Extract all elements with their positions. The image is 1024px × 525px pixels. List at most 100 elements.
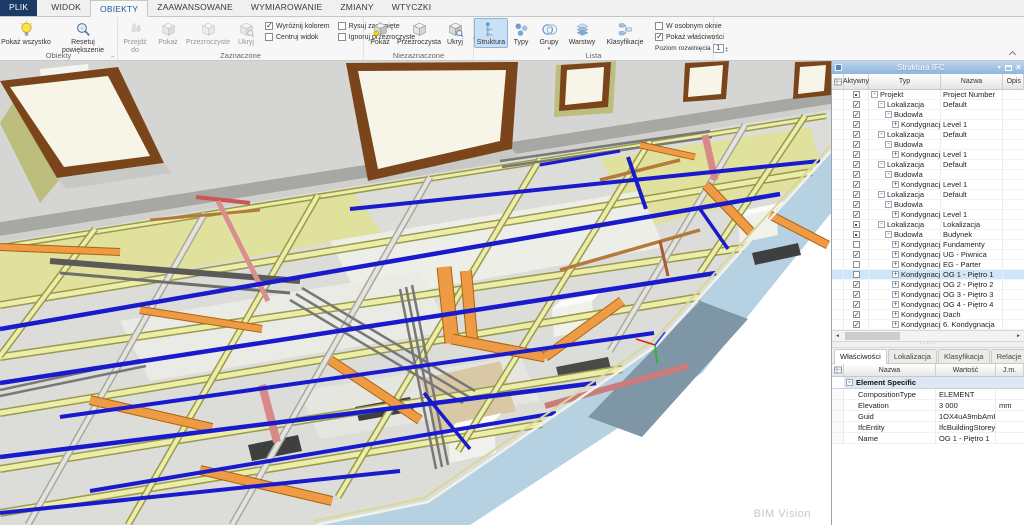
tree-row-og-2-piętro-2[interactable]: +KondygnacjaOG 2 - Piętro 2: [832, 280, 1024, 290]
checkbox-checked-icon[interactable]: [853, 321, 860, 328]
active-checkbox-cell[interactable]: [844, 280, 869, 289]
active-checkbox-cell[interactable]: [844, 200, 869, 209]
property-row-ifcentity[interactable]: IfcEntity IfcBuildingStorey: [832, 422, 1024, 433]
checkbox-checked-icon[interactable]: [853, 281, 860, 288]
ribbon-button-pokaż[interactable]: Pokaż: [364, 18, 396, 48]
props-header-nazwa[interactable]: Nazwa: [844, 364, 936, 376]
tree-row-og-3-piętro-3[interactable]: +KondygnacjaOG 3 - Piętro 3: [832, 290, 1024, 300]
tree-row-level-1[interactable]: +KondygnacjaLevel 1: [832, 150, 1024, 160]
checkbox-unchecked-icon[interactable]: [853, 261, 860, 268]
ribbon-button-resetuj-powiększenie[interactable]: Resetuj powiększenie: [52, 18, 114, 55]
checkbox-unchecked-icon[interactable]: [338, 33, 346, 41]
collapse-icon[interactable]: -: [878, 161, 885, 168]
active-checkbox-cell[interactable]: [844, 290, 869, 299]
panel-menu-icon[interactable]: ▾: [998, 65, 1001, 71]
checkbox-partial-icon[interactable]: [853, 91, 860, 98]
collapse-icon[interactable]: -: [878, 101, 885, 108]
expand-icon[interactable]: +: [892, 241, 899, 248]
checkbox-checked-icon[interactable]: [853, 141, 860, 148]
active-checkbox-cell[interactable]: [844, 150, 869, 159]
properties-tab-klasyfikacja[interactable]: Klasyfikacja: [938, 349, 990, 363]
active-checkbox-cell[interactable]: [844, 300, 869, 309]
tree-row-budowla[interactable]: -Budowla: [832, 200, 1024, 210]
checkbox-centruj-widok[interactable]: Centruj widok: [265, 33, 330, 41]
ribbon-button-pokaż[interactable]: Pokaż: [152, 18, 184, 48]
ribbon-button-przejdź-do[interactable]: Przejdź do: [118, 18, 152, 55]
menu-tab-zaawansowane[interactable]: ZAAWANSOWANE: [148, 0, 242, 16]
spinner-arrows-icon[interactable]: ▴▾: [726, 46, 728, 52]
checkbox-w-osobnym-oknie[interactable]: W osobnym oknie: [655, 22, 728, 30]
dialog-launcher-icon[interactable]: ⌐: [111, 53, 115, 59]
tree-row-eg-parter[interactable]: +KondygnacjaEG - Parter: [832, 260, 1024, 270]
active-checkbox-cell[interactable]: [844, 270, 869, 279]
checkbox-unchecked-icon[interactable]: [853, 271, 860, 278]
tree-row-level-1[interactable]: +KondygnacjaLevel 1: [832, 120, 1024, 130]
collapse-icon[interactable]: -: [885, 141, 892, 148]
menu-tab-wtyczki[interactable]: WTYCZKI: [383, 0, 441, 16]
panel-close-icon[interactable]: ×: [1016, 64, 1021, 71]
ribbon-button-ukryj[interactable]: Ukryj: [442, 18, 468, 48]
checkbox-checked-icon[interactable]: [853, 111, 860, 118]
active-checkbox-cell[interactable]: [844, 180, 869, 189]
collapse-icon[interactable]: -: [878, 131, 885, 138]
tree-row-level-1[interactable]: +KondygnacjaLevel 1: [832, 210, 1024, 220]
collapse-icon[interactable]: -: [885, 171, 892, 178]
collapse-icon[interactable]: -: [871, 91, 878, 98]
properties-tab-lokalizacja[interactable]: Lokalizacja: [888, 349, 937, 363]
checkbox-checked-icon[interactable]: [265, 22, 273, 30]
checkbox-checked-icon[interactable]: [853, 201, 860, 208]
checkbox-checked-icon[interactable]: [853, 291, 860, 298]
checkbox-checked-icon[interactable]: [853, 211, 860, 218]
expand-icon[interactable]: +: [892, 281, 899, 288]
expand-icon[interactable]: +: [892, 151, 899, 158]
checkbox-partial-icon[interactable]: [853, 221, 860, 228]
expand-icon[interactable]: +: [892, 261, 899, 268]
panel-titlebar[interactable]: Struktura IFC ▾ ×: [832, 61, 1024, 74]
property-row-guid[interactable]: Guid 1OX4uA9mbAmPe$TyZaiaSy: [832, 411, 1024, 422]
tree-row-og-1-piętro-1[interactable]: +KondygnacjaOG 1 - Piętro 1: [832, 270, 1024, 280]
collapse-icon[interactable]: -: [846, 379, 853, 386]
menu-tab-wymiarowanie[interactable]: WYMIAROWANIE: [242, 0, 332, 16]
ribbon-collapse-icon[interactable]: [1010, 50, 1016, 56]
active-checkbox-cell[interactable]: [844, 140, 869, 149]
ribbon-button-przezroczysta[interactable]: Przezroczysta: [396, 18, 442, 48]
checkbox-checked-icon[interactable]: [853, 301, 860, 308]
scroll-left-icon[interactable]: ◄: [832, 331, 843, 341]
expand-icon[interactable]: +: [892, 271, 899, 278]
checkbox-checked-icon[interactable]: [853, 191, 860, 198]
collapse-icon[interactable]: -: [878, 191, 885, 198]
expand-icon[interactable]: +: [892, 321, 899, 328]
menu-tab-zmiany[interactable]: ZMIANY: [331, 0, 382, 16]
ribbon-button-pokaż-wszystko[interactable]: Pokaż wszystko: [0, 18, 52, 48]
tree-horizontal-scrollbar[interactable]: ◄ ►: [832, 330, 1024, 341]
properties-tab-relacje[interactable]: Relacje: [991, 349, 1024, 363]
checkbox-unchecked-icon[interactable]: [265, 33, 273, 41]
active-checkbox-cell[interactable]: [844, 100, 869, 109]
checkbox-checked-icon[interactable]: [853, 311, 860, 318]
spinner-value[interactable]: 1: [713, 44, 724, 53]
tree-header-aktywny[interactable]: Aktywny: [844, 74, 869, 89]
checkbox-pokaż-właściwości[interactable]: Pokaż właściwości: [655, 33, 728, 41]
checkbox-checked-icon[interactable]: [853, 151, 860, 158]
active-checkbox-cell[interactable]: [844, 210, 869, 219]
tree-row-budowla[interactable]: -Budowla: [832, 110, 1024, 120]
active-checkbox-cell[interactable]: [844, 170, 869, 179]
checkbox-unchecked-icon[interactable]: [655, 22, 663, 30]
tree-row-budynek[interactable]: -BudowlaBudynek: [832, 230, 1024, 240]
active-checkbox-cell[interactable]: [844, 310, 869, 319]
ribbon-button-grupy[interactable]: Grupy▾: [534, 18, 564, 52]
property-row-elevation[interactable]: Elevation 3 000 mm: [832, 400, 1024, 411]
expand-icon[interactable]: +: [892, 291, 899, 298]
expand-icon[interactable]: +: [892, 121, 899, 128]
tree-header-nazwa[interactable]: Nazwa: [941, 74, 1003, 89]
tree-row-6-kondygnacja[interactable]: +Kondygnacja6. Kondygnacja: [832, 320, 1024, 330]
active-checkbox-cell[interactable]: [844, 160, 869, 169]
menu-tab-widok[interactable]: WIDOK: [42, 0, 90, 16]
expand-icon[interactable]: +: [892, 311, 899, 318]
expand-icon[interactable]: +: [892, 251, 899, 258]
scroll-right-icon[interactable]: ►: [1013, 331, 1024, 341]
viewport-3d[interactable]: BIM Vision: [0, 61, 831, 525]
panel-splitter[interactable]: [832, 341, 1024, 348]
expand-icon[interactable]: +: [892, 301, 899, 308]
active-checkbox-cell[interactable]: [844, 230, 869, 239]
